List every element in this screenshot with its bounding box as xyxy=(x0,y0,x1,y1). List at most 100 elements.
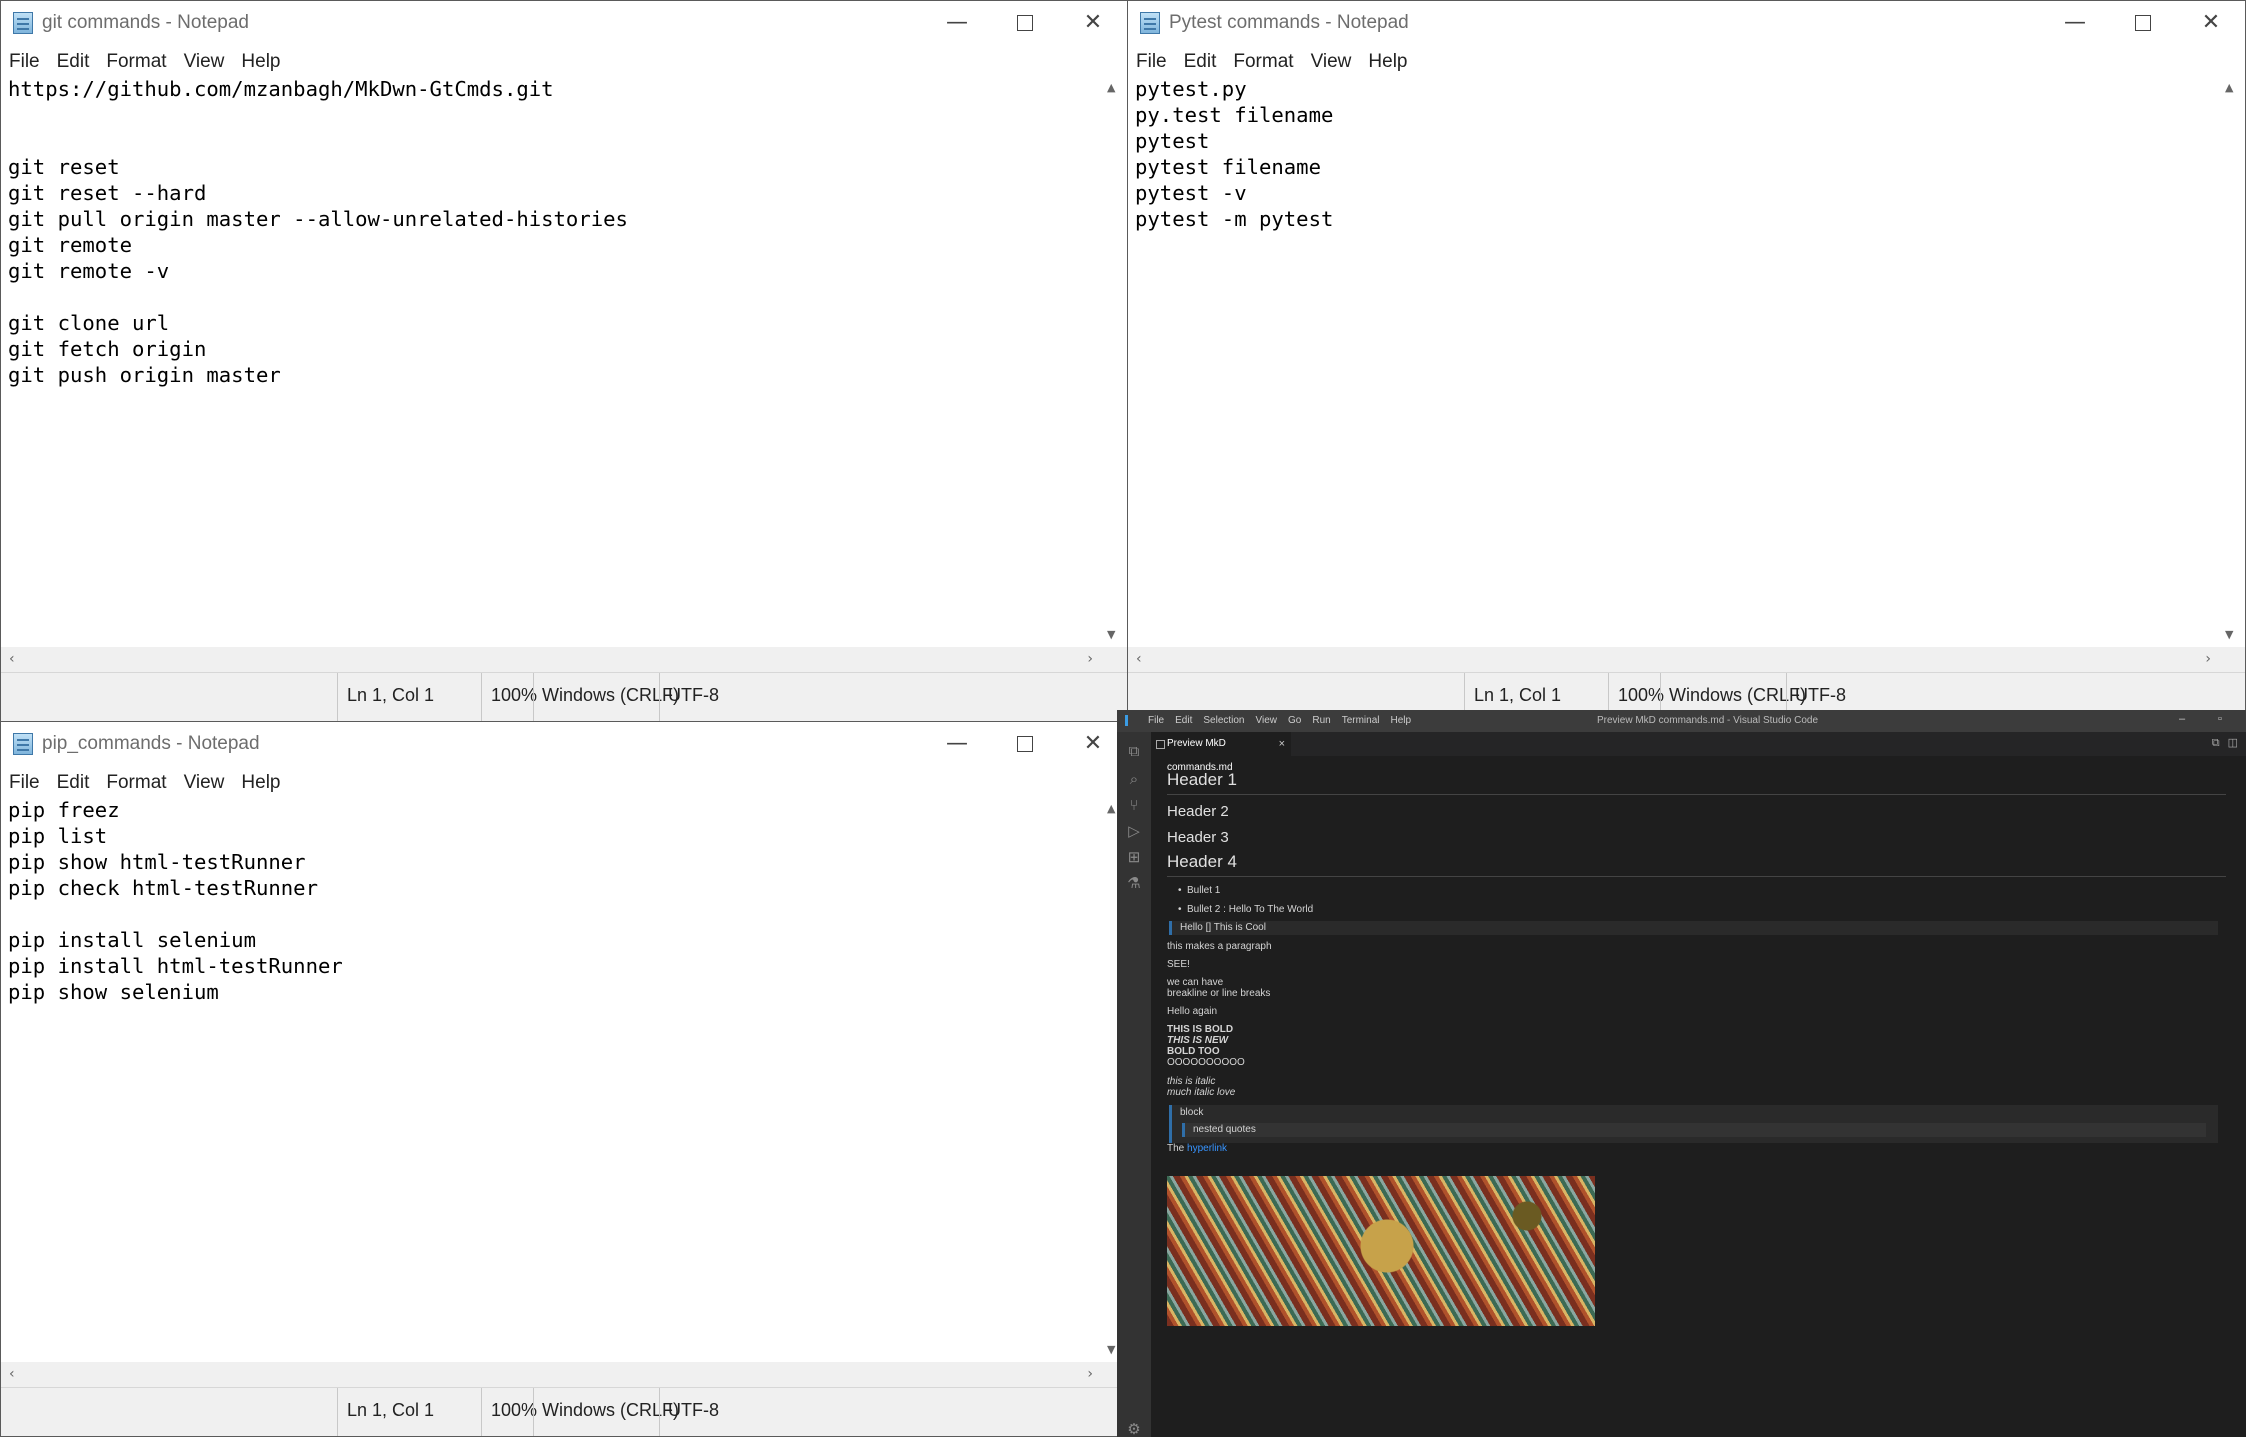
menu-format[interactable]: Format xyxy=(98,47,170,73)
maximize-button[interactable] xyxy=(991,722,1059,768)
vscode-menu-view[interactable]: View xyxy=(1256,715,1278,726)
editor-actions: ⧉ ◫ xyxy=(2212,736,2246,750)
vscode-menu-go[interactable]: Go xyxy=(1288,715,1301,726)
scroll-right-icon[interactable]: › xyxy=(1087,651,1093,667)
explorer-icon[interactable]: ⧉ xyxy=(1126,744,1142,760)
menu-format[interactable]: Format xyxy=(1225,47,1297,73)
scroll-left-icon[interactable]: ‹ xyxy=(9,1366,15,1382)
horizontal-scrollbar[interactable]: ‹ › xyxy=(1128,647,2219,673)
maximize-button[interactable] xyxy=(991,1,1059,47)
vscode-title-bar[interactable]: File Edit Selection View Go Run Terminal Help P… xyxy=(1117,710,2246,732)
menu-file[interactable]: File xyxy=(1,47,44,73)
text-editor-area[interactable]: pip freez pip list pip show html-testRun… xyxy=(8,797,1097,1005)
list-item: Bullet 1 xyxy=(1178,885,1220,896)
minimize-button[interactable]: — xyxy=(923,1,991,47)
scroll-left-icon[interactable]: ‹ xyxy=(1136,651,1142,667)
maximize-button[interactable] xyxy=(2109,1,2177,47)
menu-bar: File Edit Format View Help xyxy=(1,768,1127,798)
tab-preview[interactable]: Preview MkD commands.md × xyxy=(1151,732,1291,773)
menu-help[interactable]: Help xyxy=(1360,47,1411,73)
horizontal-scrollbar[interactable]: ‹ › xyxy=(1,1362,1101,1388)
menu-help[interactable]: Help xyxy=(233,768,284,794)
vscode-window-title: Preview MkD commands.md - Visual Studio … xyxy=(1597,715,1819,726)
menu-help[interactable]: Help xyxy=(233,47,284,73)
vscode-menu-selection[interactable]: Selection xyxy=(1203,715,1244,726)
open-source-icon[interactable]: ⧉ xyxy=(2212,737,2220,749)
settings-icon[interactable]: ⚙ xyxy=(1126,1422,1142,1437)
scroll-down-icon[interactable]: ▼ xyxy=(1107,1343,1115,1356)
menu-view[interactable]: View xyxy=(1303,47,1356,73)
vscode-menu-help[interactable]: Help xyxy=(1391,715,1412,726)
menu-edit[interactable]: Edit xyxy=(1176,47,1221,73)
scroll-up-icon[interactable]: ▲ xyxy=(2225,81,2233,94)
markdown-preview[interactable]: Header 1 Header 2 Header 3 Header 4 Bull… xyxy=(1151,756,2246,1437)
vertical-scrollbar[interactable]: ▲ ▼ xyxy=(1101,77,1127,645)
vscode-menu-terminal[interactable]: Terminal xyxy=(1342,715,1380,726)
notepad-window-pip[interactable]: pip_commands - Notepad — ✕ File Edit Forma… xyxy=(0,721,1128,1437)
notepad-window-git[interactable]: git commands - Notepad — ✕ File Edit Forma… xyxy=(0,0,1128,722)
minimize-button[interactable]: — xyxy=(2041,1,2109,47)
status-encoding: UTF-8 xyxy=(668,685,719,705)
close-button[interactable]: ✕ xyxy=(1059,1,1127,47)
vscode-window[interactable]: File Edit Selection View Go Run Terminal Help P… xyxy=(1117,710,2246,1437)
window-title: pip_commands - Notepad xyxy=(42,733,260,754)
menu-edit[interactable]: Edit xyxy=(49,47,94,73)
paragraph: SEE! xyxy=(1167,959,1190,970)
testing-icon[interactable]: ⚗ xyxy=(1126,876,1142,892)
bold-italic-text: THIS IS NEW xyxy=(1167,1035,1229,1046)
status-divider xyxy=(337,1388,338,1436)
scroll-left-icon[interactable]: ‹ xyxy=(9,651,15,667)
text-editor-area[interactable]: https://github.com/mzanbagh/MkDwn-GtCmds… xyxy=(8,76,1097,388)
paragraph-line: breakline or line breaks xyxy=(1167,988,1271,999)
vscode-menu-bar: File Edit Selection View Go Run Terminal Help xyxy=(1148,715,1422,726)
title-bar[interactable]: Pytest commands - Notepad — ✕ xyxy=(1128,1,2245,47)
vscode-minimize-button[interactable]: – xyxy=(2179,713,2185,725)
close-button[interactable]: ✕ xyxy=(2177,1,2245,47)
minimize-button[interactable]: — xyxy=(923,722,991,768)
menu-edit[interactable]: Edit xyxy=(49,768,94,794)
menu-file[interactable]: File xyxy=(1,768,44,794)
split-editor-icon[interactable]: ◫ xyxy=(2228,737,2238,749)
source-control-icon[interactable]: ⑂ xyxy=(1126,798,1142,814)
scroll-up-icon[interactable]: ▲ xyxy=(1107,81,1115,94)
preview-h4: Header 4 xyxy=(1167,852,1237,871)
window-title: git commands - Notepad xyxy=(42,12,249,33)
hyperlink[interactable]: hyperlink xyxy=(1187,1143,1227,1154)
title-bar[interactable]: git commands - Notepad — ✕ xyxy=(1,1,1127,47)
scroll-down-icon[interactable]: ▼ xyxy=(1107,628,1115,641)
vscode-menu-edit[interactable]: Edit xyxy=(1175,715,1192,726)
blockquote: block nested quotes xyxy=(1169,1105,2218,1143)
vertical-scrollbar[interactable]: ▲ ▼ xyxy=(2219,77,2245,645)
notepad-app-icon xyxy=(13,733,33,755)
preview-h1: Header 1 xyxy=(1167,770,1237,789)
status-position: Ln 1, Col 1 xyxy=(347,685,435,705)
paragraph: Hello again xyxy=(1167,1006,1218,1017)
activity-bar: ⧉ ⌕ ⑂ ▷ ⊞ ⚗ ⚙ xyxy=(1117,732,1151,1437)
status-divider xyxy=(337,673,338,721)
status-position: Ln 1, Col 1 xyxy=(1474,685,1562,705)
italic-text: this is italic xyxy=(1167,1076,1216,1087)
extensions-icon[interactable]: ⊞ xyxy=(1126,850,1142,866)
vscode-menu-run[interactable]: Run xyxy=(1312,715,1330,726)
vscode-maximize-button[interactable]: ▫ xyxy=(2218,713,2222,725)
horizontal-scrollbar[interactable]: ‹ › xyxy=(1,647,1101,673)
notepad-window-pytest[interactable]: Pytest commands - Notepad — ✕ File Edit Fo… xyxy=(1127,0,2246,722)
menu-view[interactable]: View xyxy=(176,768,229,794)
scroll-up-icon[interactable]: ▲ xyxy=(1107,802,1115,815)
tab-close-icon[interactable]: × xyxy=(1279,732,1285,756)
scroll-right-icon[interactable]: › xyxy=(1087,1366,1093,1382)
scroll-down-icon[interactable]: ▼ xyxy=(2225,628,2233,641)
menu-file[interactable]: File xyxy=(1128,47,1171,73)
text-editor-area[interactable]: pytest.py py.test filename pytest pytest… xyxy=(1135,76,2215,232)
scroll-right-icon[interactable]: › xyxy=(2205,651,2211,667)
search-icon[interactable]: ⌕ xyxy=(1126,772,1142,788)
run-debug-icon[interactable]: ▷ xyxy=(1126,824,1142,840)
menu-format[interactable]: Format xyxy=(98,768,170,794)
title-bar[interactable]: pip_commands - Notepad — ✕ xyxy=(1,722,1127,768)
status-zoom: 100% xyxy=(1618,685,1665,705)
menu-view[interactable]: View xyxy=(176,47,229,73)
menu-bar: File Edit Format View Help xyxy=(1,47,1127,77)
mosaic-image xyxy=(1167,1176,1595,1326)
vscode-menu-file[interactable]: File xyxy=(1148,715,1164,726)
blockquote: Hello [] This is Cool xyxy=(1169,921,2218,935)
